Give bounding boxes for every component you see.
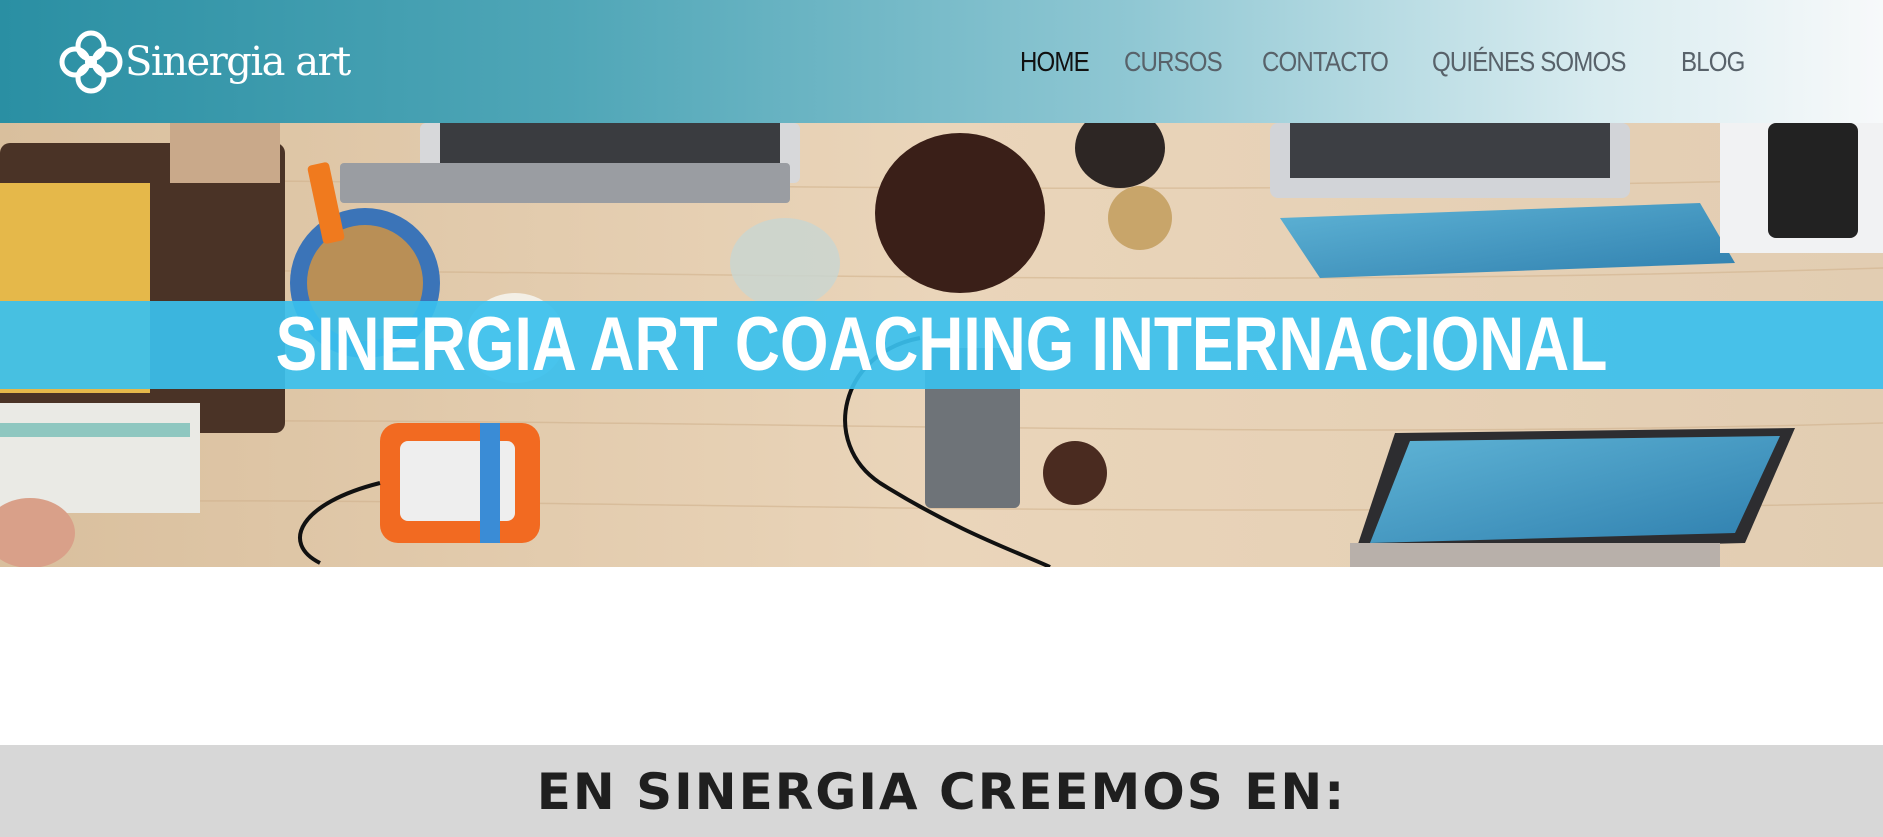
- nav-item-cursos[interactable]: CURSOS: [1124, 38, 1223, 86]
- site-logo[interactable]: Sinergia art: [55, 24, 351, 100]
- hero-title: SINERGIA ART COACHING INTERNACIONAL: [275, 302, 1608, 387]
- nav-item-contacto[interactable]: CONTACTO: [1262, 38, 1389, 86]
- hero-title-band: SINERGIA ART COACHING INTERNACIONAL: [0, 301, 1883, 389]
- beliefs-title: EN SINERGIA CREEMOS EN:: [536, 763, 1347, 821]
- main-nav: HOME CURSOS CONTACTO QUIÉNES SOMOS BLOG: [996, 38, 1755, 86]
- brand-name: Sinergia art: [125, 39, 351, 85]
- site-header: Sinergia art HOME CURSOS CONTACTO QUIÉNE…: [0, 0, 1883, 123]
- nav-item-home[interactable]: HOME: [1020, 38, 1090, 86]
- nav-item-blog[interactable]: BLOG: [1681, 38, 1745, 86]
- beliefs-section: EN SINERGIA CREEMOS EN:: [0, 745, 1883, 837]
- hero-banner: SINERGIA ART COACHING INTERNACIONAL: [0, 123, 1883, 567]
- nav-item-quienes-somos[interactable]: QUIÉNES SOMOS: [1432, 38, 1626, 86]
- interlocking-loops-logo-icon: [59, 30, 123, 94]
